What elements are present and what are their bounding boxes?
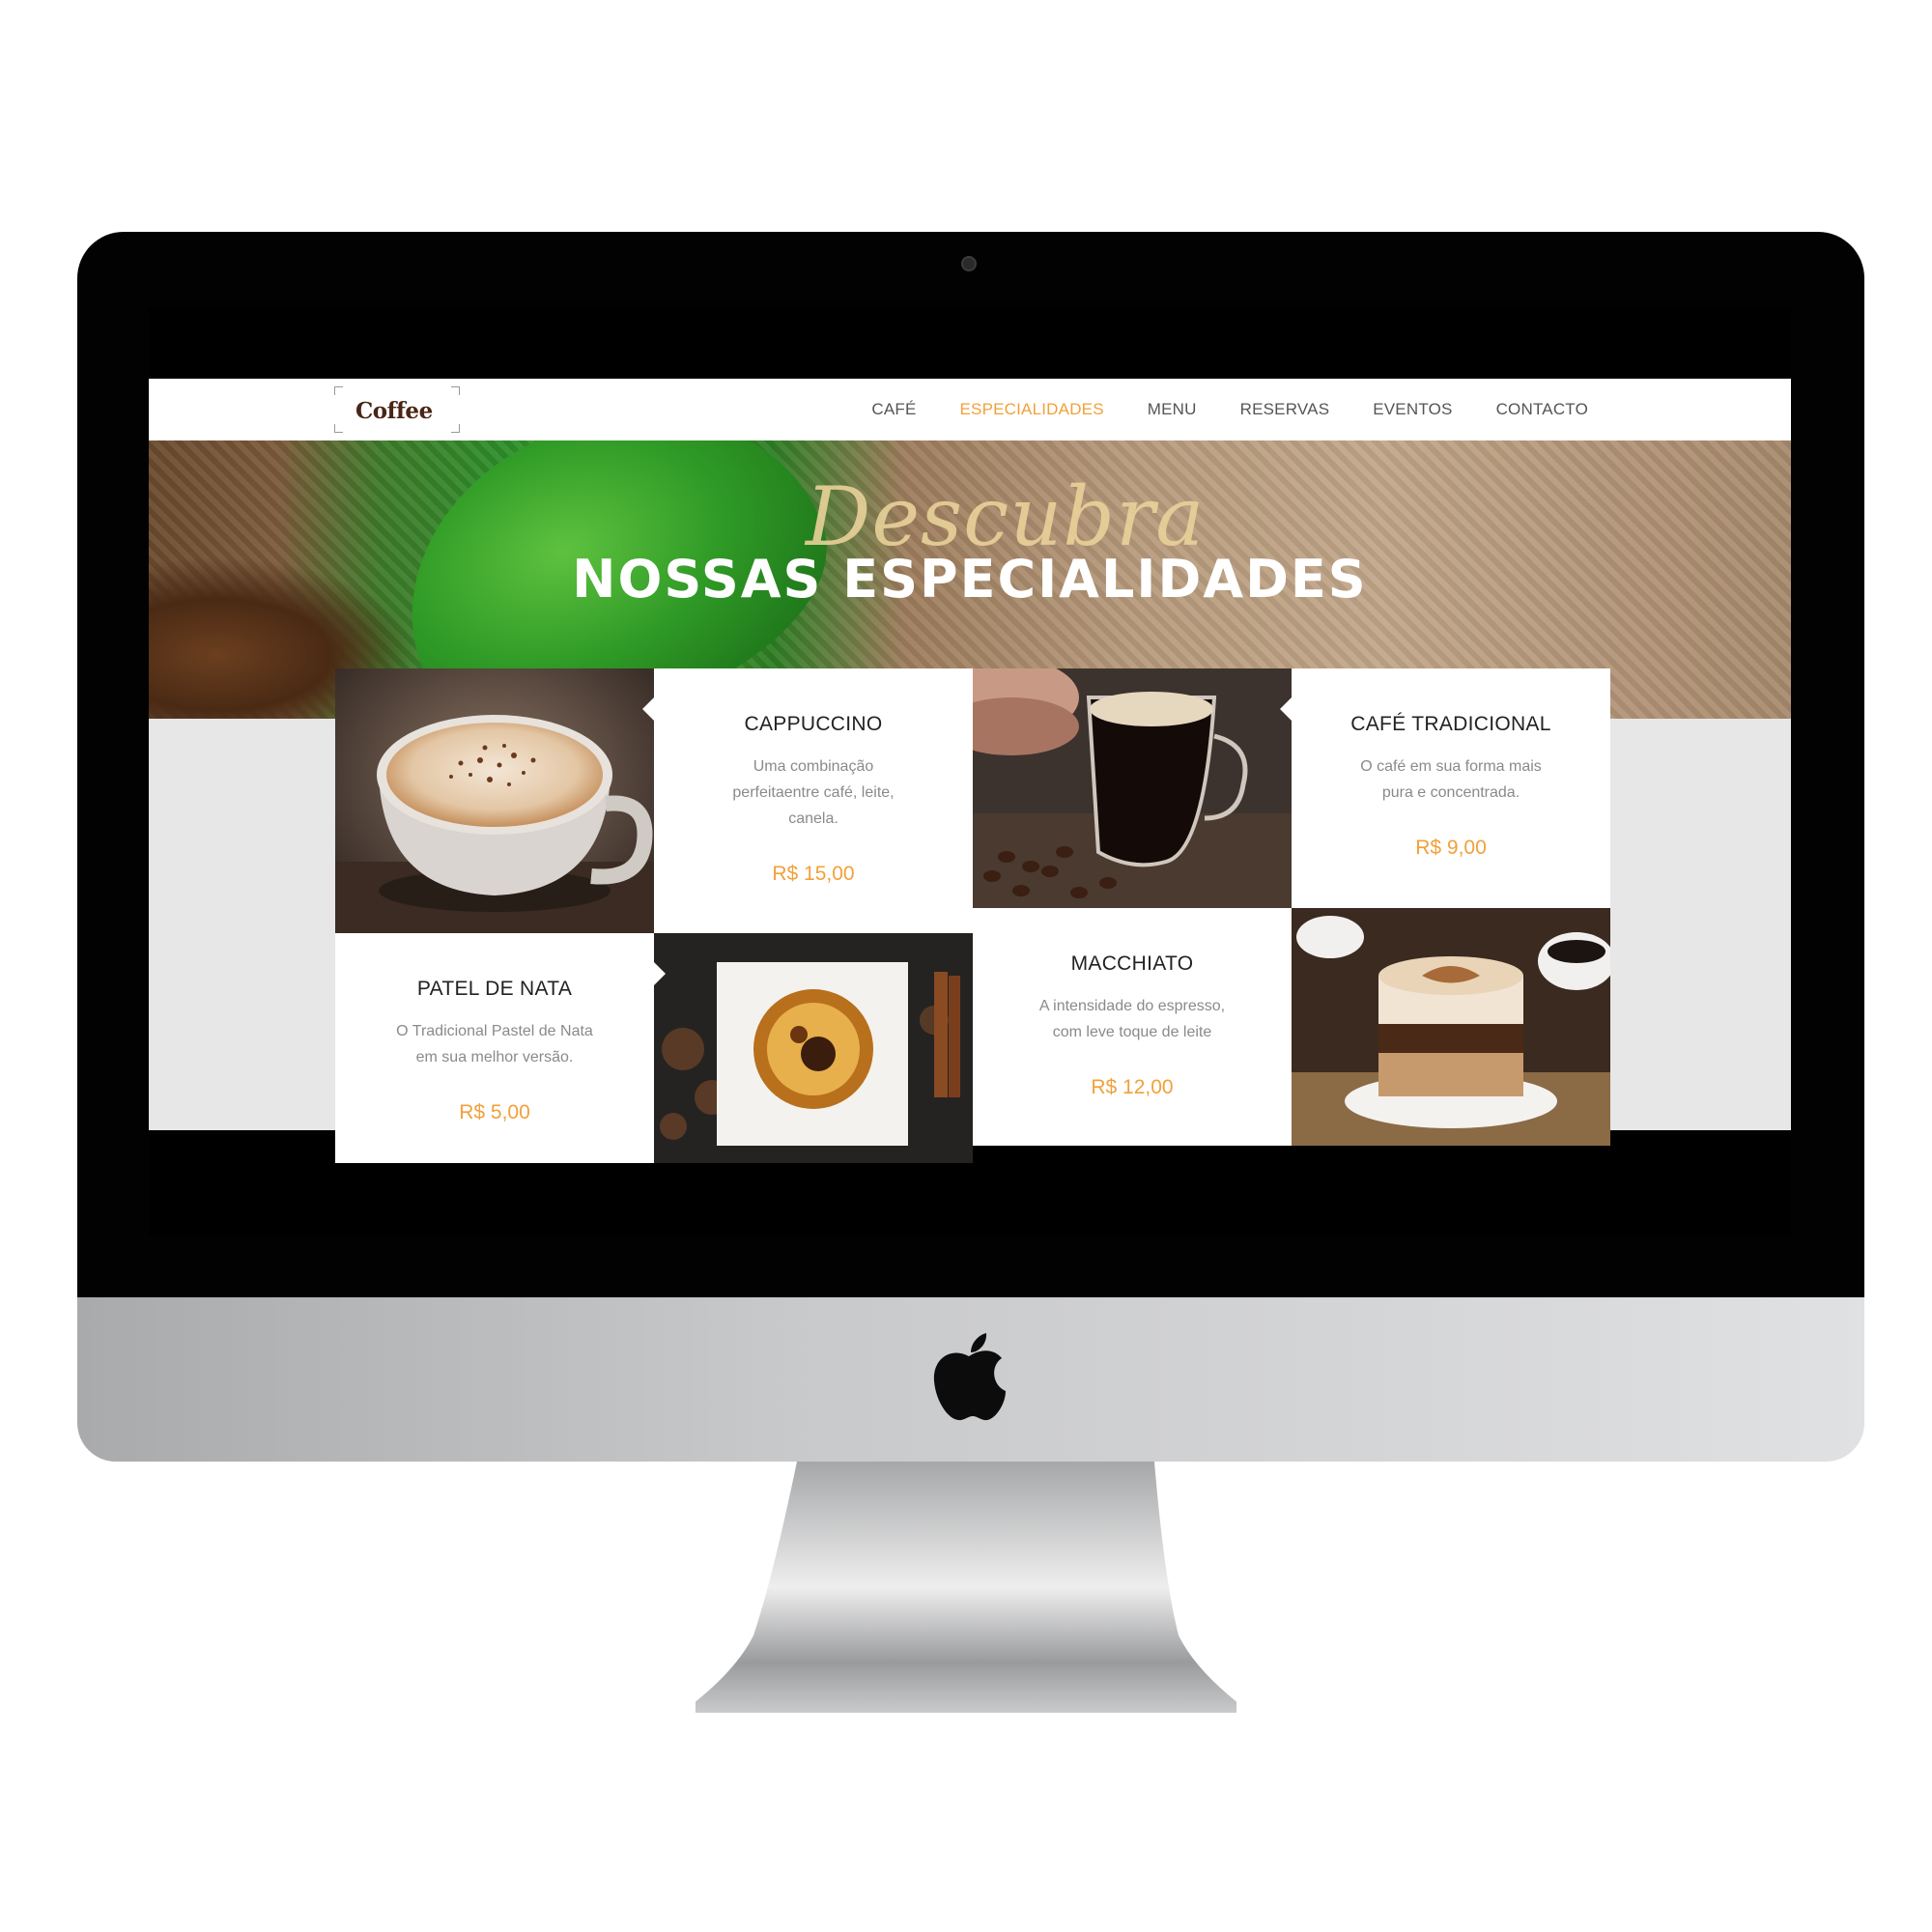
product-title: MACCHIATO (1070, 952, 1194, 975)
product-title: CAFÉ TRADICIONAL (1350, 713, 1551, 735)
nav-item-cafe[interactable]: CAFÉ (871, 400, 916, 419)
nav-menu: CAFÉ ESPECIALIDADES MENU RESERVAS EVENTO… (871, 379, 1588, 440)
nav-item-eventos[interactable]: EVENTOS (1373, 400, 1452, 419)
product-description: O café em sua forma mais pura e concentr… (1360, 758, 1542, 801)
nav-item-reservas[interactable]: RESERVAS (1240, 400, 1330, 419)
product-description: Uma combinação perfeitaentre café, leite… (732, 758, 895, 827)
product-price: R$ 9,00 (1415, 837, 1487, 859)
nav-item-menu[interactable]: MENU (1148, 400, 1197, 419)
pastel-de-nata-image (654, 933, 973, 1163)
product-price: R$ 5,00 (459, 1101, 530, 1123)
apple-logo-icon (933, 1333, 1006, 1421)
product-title: CAPPUCCINO (744, 713, 883, 735)
product-title: PATEL DE NATA (416, 978, 573, 1000)
nav-item-contacto[interactable]: CONTACTO (1496, 400, 1588, 419)
product-card-pastel-de-nata[interactable]: PATEL DE NATA O Tradicional Pastel de Na… (335, 933, 666, 1163)
product-description: A intensidade do espresso, com leve toqu… (1038, 998, 1226, 1040)
espresso-glass-image (973, 668, 1292, 908)
product-card-cappuccino[interactable]: CAPPUCCINO Uma combinação perfeitaentre … (642, 668, 973, 933)
cappuccino-image (335, 668, 654, 933)
hero-title: NOSSAS ESPECIALIDADES (572, 549, 1368, 610)
navbar: Coffee CAFÉ ESPECIALIDADES MENU RESERVAS… (149, 379, 1791, 440)
monitor-stand (696, 1462, 1236, 1713)
screen: Coffee CAFÉ ESPECIALIDADES MENU RESERVAS… (149, 307, 1791, 1236)
macchiato-image (1292, 908, 1610, 1146)
nav-item-especialidades[interactable]: ESPECIALIDADES (960, 400, 1104, 419)
product-card-cafe-tradicional[interactable]: CAFÉ TRADICIONAL O café em sua forma mai… (1280, 668, 1610, 908)
product-price: R$ 12,00 (1091, 1076, 1174, 1098)
product-card-macchiato[interactable]: MACCHIATO A intensidade do espresso, com… (973, 908, 1303, 1146)
logo-text: Coffee (355, 398, 433, 424)
product-description: O Tradicional Pastel de Nata em sua melh… (396, 1023, 593, 1065)
camera-icon (961, 256, 977, 271)
product-price: R$ 15,00 (772, 863, 855, 885)
